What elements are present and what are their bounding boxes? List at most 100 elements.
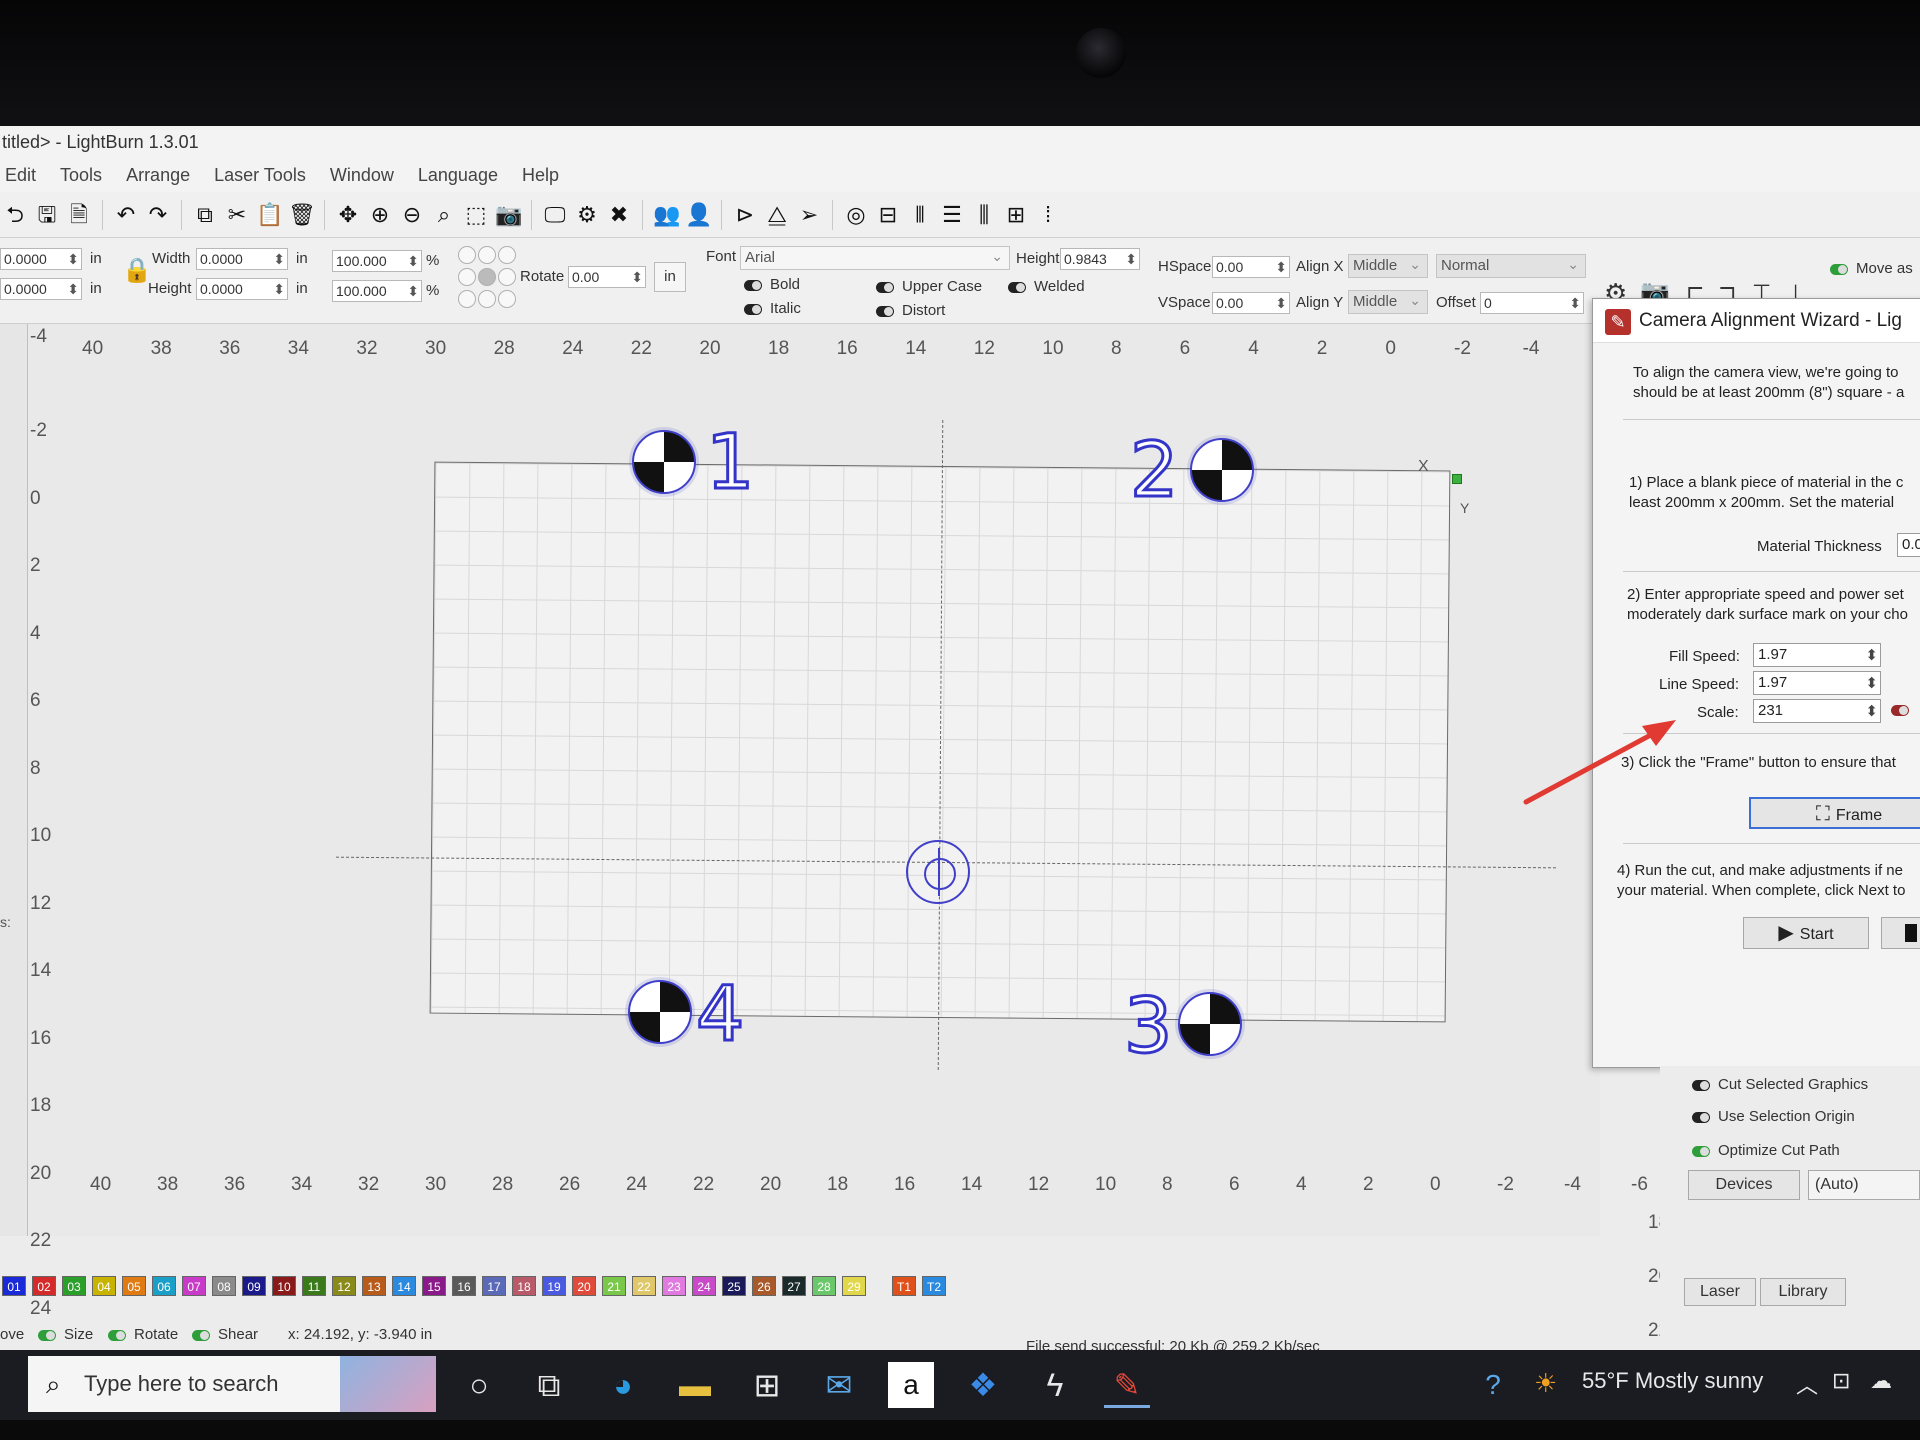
align-icon[interactable]: ⊟ [875, 201, 901, 229]
delete-icon[interactable]: 🗑 [288, 201, 316, 229]
stop-button[interactable] [1881, 917, 1920, 949]
size-toggle[interactable]: Size [38, 1322, 93, 1348]
lightburn-icon[interactable]: ✎ [1104, 1362, 1150, 1408]
help-icon[interactable]: ? [1470, 1362, 1516, 1408]
scale-width-input[interactable]: 100.000 [332, 250, 422, 272]
save-icon[interactable]: 🖫 [34, 201, 60, 229]
upper-case-toggle[interactable]: Upper Case [876, 278, 982, 295]
use-selection-origin-toggle[interactable]: Use Selection Origin [1692, 1108, 1855, 1125]
tab-library[interactable]: Library [1760, 1278, 1846, 1306]
layer-swatch-25[interactable]: 25 [722, 1276, 746, 1296]
layer-swatch-11[interactable]: 11 [302, 1276, 326, 1296]
mirror-icon[interactable]: ⧋ [764, 201, 790, 229]
distort-toggle[interactable]: Distort [876, 302, 945, 319]
menu-tools[interactable]: Tools [57, 158, 105, 192]
layer-swatch-24[interactable]: 24 [692, 1276, 716, 1296]
dropbox-icon[interactable]: ❖ [960, 1362, 1006, 1408]
alignment-target-3-icon[interactable] [1178, 992, 1242, 1056]
rotate-toggle[interactable]: Rotate [108, 1322, 178, 1348]
target-icon[interactable]: ◎ [843, 201, 869, 229]
rotate-input[interactable]: 0.00 [568, 266, 646, 288]
text-height-input[interactable]: 0.9843 [1060, 248, 1140, 270]
layer-swatch-06[interactable]: 06 [152, 1276, 176, 1296]
layer-swatch-19[interactable]: 19 [542, 1276, 566, 1296]
hspace-input[interactable]: 0.00 [1212, 256, 1290, 278]
material-thickness-input[interactable]: 0.0 [1897, 533, 1920, 557]
copy-icon[interactable]: ⧉ [192, 201, 218, 229]
shear-toggle[interactable]: Shear [192, 1322, 258, 1348]
anchor-right[interactable] [498, 268, 516, 286]
align-y-select[interactable]: Middle [1348, 289, 1428, 314]
weather-text[interactable]: 55°F Mostly sunny [1582, 1368, 1763, 1394]
cut-icon[interactable]: ✂ [224, 201, 250, 229]
zoom-out-icon[interactable]: ⊖ [399, 201, 425, 229]
anchor-top[interactable] [478, 246, 496, 264]
distribute-icon[interactable]: ⫴ [907, 201, 933, 229]
layer-swatch-13[interactable]: 13 [362, 1276, 386, 1296]
zoom-fit-icon[interactable]: ⌕ [431, 201, 457, 229]
measure-icon[interactable]: ⁞ [1035, 201, 1061, 229]
anchor-bottom-right[interactable] [498, 290, 516, 308]
paste-icon[interactable]: 📋 [256, 201, 283, 229]
lightning-icon[interactable]: ϟ [1032, 1362, 1078, 1408]
open-icon[interactable]: ⮌ [2, 201, 28, 229]
cloud-icon[interactable]: ☁ [1870, 1368, 1892, 1394]
layer-swatch-23[interactable]: 23 [662, 1276, 686, 1296]
welded-toggle[interactable]: Welded [1008, 278, 1085, 295]
anchor-bottom[interactable] [478, 290, 496, 308]
user-icon[interactable]: 👤 [685, 201, 712, 229]
line-speed-input[interactable]: 1.97 [1753, 671, 1881, 695]
height-input[interactable]: 0.0000 [196, 278, 288, 300]
anchor-top-right[interactable] [498, 246, 516, 264]
layer-swatch-21[interactable]: 21 [602, 1276, 626, 1296]
scale-switch-icon[interactable] [1891, 705, 1909, 716]
move-icon[interactable]: ✥ [335, 201, 361, 229]
font-select[interactable]: Arial [740, 245, 1010, 270]
y-position-input[interactable]: 0.0000 [0, 278, 82, 300]
save-as-icon[interactable]: 🗎 [66, 201, 92, 229]
layer-swatch-12[interactable]: 12 [332, 1276, 356, 1296]
fill-speed-input[interactable]: 1.97 [1753, 643, 1881, 667]
anchor-left[interactable] [458, 268, 476, 286]
menu-arrange[interactable]: Arrange [123, 158, 193, 192]
menu-laser-tools[interactable]: Laser Tools [211, 158, 309, 192]
device-select[interactable]: (Auto) [1808, 1170, 1920, 1200]
edge-icon[interactable]: ◕ [600, 1362, 646, 1408]
layer-swatch-08[interactable]: 08 [212, 1276, 236, 1296]
anchor-bottom-left[interactable] [458, 290, 476, 308]
alignment-target-4-icon[interactable] [628, 980, 692, 1044]
italic-toggle[interactable]: Italic [744, 300, 801, 317]
layer-swatch-20[interactable]: 20 [572, 1276, 596, 1296]
layer-swatch-26[interactable]: 26 [752, 1276, 776, 1296]
send-icon[interactable]: ➢ [796, 201, 822, 229]
layer-swatch-14[interactable]: 14 [392, 1276, 416, 1296]
file-explorer-icon[interactable]: ▬ [672, 1362, 718, 1408]
zoom-in-icon[interactable]: ⊕ [367, 201, 393, 229]
spacing-icon[interactable]: ⫼ [971, 201, 997, 229]
layer-swatch-16[interactable]: 16 [452, 1276, 476, 1296]
move-as-group-toggle[interactable]: Move as [1830, 260, 1913, 277]
network-icon[interactable]: ⊡ [1832, 1368, 1850, 1394]
scale-height-input[interactable]: 100.000 [332, 280, 422, 302]
alignment-target-2-icon[interactable] [1190, 438, 1254, 502]
redo-icon[interactable]: ↷ [145, 201, 171, 229]
frame-button[interactable]: ⛶ Frame [1749, 797, 1920, 829]
cut-selected-graphics-toggle[interactable]: Cut Selected Graphics [1692, 1076, 1868, 1093]
group-icon[interactable]: 👥 [653, 201, 680, 229]
layer-swatch-t1[interactable]: T1 [892, 1276, 916, 1296]
dock-icon[interactable]: ⊞ [1003, 201, 1029, 229]
menu-help[interactable]: Help [519, 158, 562, 192]
monitor-icon[interactable]: 🖵 [542, 201, 568, 229]
bold-toggle[interactable]: Bold [744, 276, 800, 293]
anchor-center[interactable] [478, 268, 496, 286]
alignment-target-1-icon[interactable] [632, 430, 696, 494]
text-mode-select[interactable]: Normal [1436, 253, 1586, 278]
layer-swatch-02[interactable]: 02 [32, 1276, 56, 1296]
store-icon[interactable]: ⊞ [744, 1362, 790, 1408]
layer-swatch-10[interactable]: 10 [272, 1276, 296, 1296]
tab-laser[interactable]: Laser [1684, 1278, 1756, 1306]
amazon-icon[interactable]: a [888, 1362, 934, 1408]
menu-window[interactable]: Window [327, 158, 397, 192]
layer-swatch-17[interactable]: 17 [482, 1276, 506, 1296]
select-frame-icon[interactable]: ⬚ [463, 201, 489, 229]
